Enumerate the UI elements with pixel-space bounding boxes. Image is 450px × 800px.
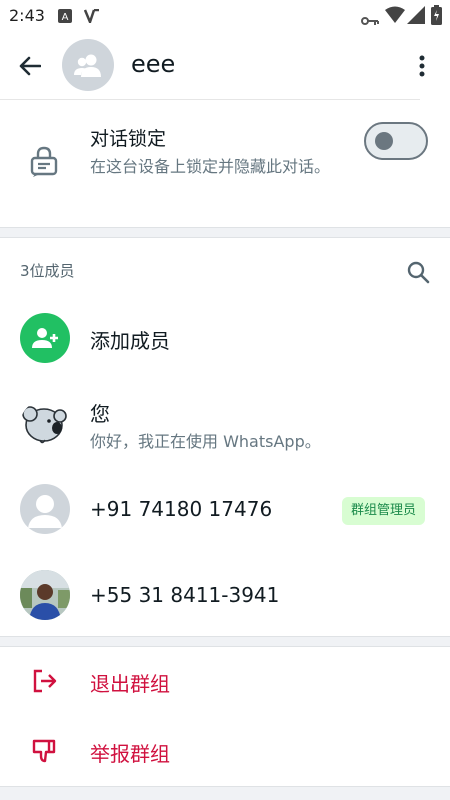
member-avatar [20, 484, 70, 534]
chat-lock-icon [30, 146, 58, 182]
add-member-row[interactable]: 添加成员 [0, 303, 450, 373]
section-divider [0, 646, 450, 647]
member-row[interactable]: +91 74180 17476 群组管理员 [0, 474, 450, 544]
svg-text:A: A [62, 12, 69, 23]
battery-icon [431, 5, 442, 29]
add-person-icon [32, 328, 58, 348]
members-count: 3位成员 [20, 262, 75, 280]
add-member-label: 添加成员 [90, 329, 170, 353]
member-row[interactable]: +55 31 8411-3941 [0, 560, 450, 630]
report-group-label: 举报群组 [90, 742, 170, 766]
group-name[interactable]: eee [131, 50, 175, 78]
more-options-button[interactable] [410, 50, 434, 82]
exit-icon [32, 669, 58, 697]
add-member-avatar [20, 313, 70, 363]
member-row[interactable]: 您 你好，我正在使用 WhatsApp。 [0, 388, 450, 464]
chat-lock-toggle[interactable] [364, 122, 428, 160]
member-name: 您 [90, 402, 110, 426]
report-group-button[interactable]: 举报群组 [0, 720, 450, 782]
chat-lock-description: 在这台设备上锁定并隐藏此对话。 [90, 157, 331, 176]
search-members-button[interactable] [406, 260, 430, 288]
member-photo [20, 570, 70, 620]
member-name: +55 31 8411-3941 [90, 583, 280, 607]
signal-icon [407, 6, 425, 28]
member-name: +91 74180 17476 [90, 497, 273, 521]
member-status: 你好，我正在使用 WhatsApp。 [90, 432, 321, 451]
arrow-left-icon [19, 56, 41, 76]
members-header: 3位成员 [0, 238, 450, 298]
member-avatar [20, 400, 70, 450]
default-person-icon [28, 495, 62, 528]
section-gap [0, 637, 450, 646]
koala-icon [22, 406, 67, 444]
chat-lock-section[interactable]: 对话锁定 在这台设备上锁定并隐藏此对话。 [0, 100, 450, 228]
exit-group-button[interactable]: 退出群组 [0, 650, 450, 712]
keyboard-icon: A [58, 8, 72, 27]
more-vertical-icon [419, 55, 425, 77]
chat-lock-title: 对话锁定 [90, 128, 167, 150]
search-icon [407, 261, 430, 284]
section-gap [0, 787, 450, 800]
back-button[interactable] [14, 50, 46, 82]
vpn-icon [83, 8, 100, 27]
thumbs-down-icon [32, 739, 58, 767]
exit-group-label: 退出群组 [90, 672, 170, 696]
status-bar: 2:43 A [0, 0, 450, 32]
key-icon [361, 11, 379, 30]
member-avatar [20, 570, 70, 620]
admin-badge: 群组管理员 [342, 497, 426, 525]
wifi-icon [385, 6, 405, 28]
status-time: 2:43 [9, 6, 45, 25]
toggle-knob [375, 132, 393, 150]
group-icon [74, 54, 101, 77]
app-bar: eee [0, 32, 450, 99]
section-gap [0, 228, 450, 237]
group-avatar[interactable] [62, 39, 114, 91]
